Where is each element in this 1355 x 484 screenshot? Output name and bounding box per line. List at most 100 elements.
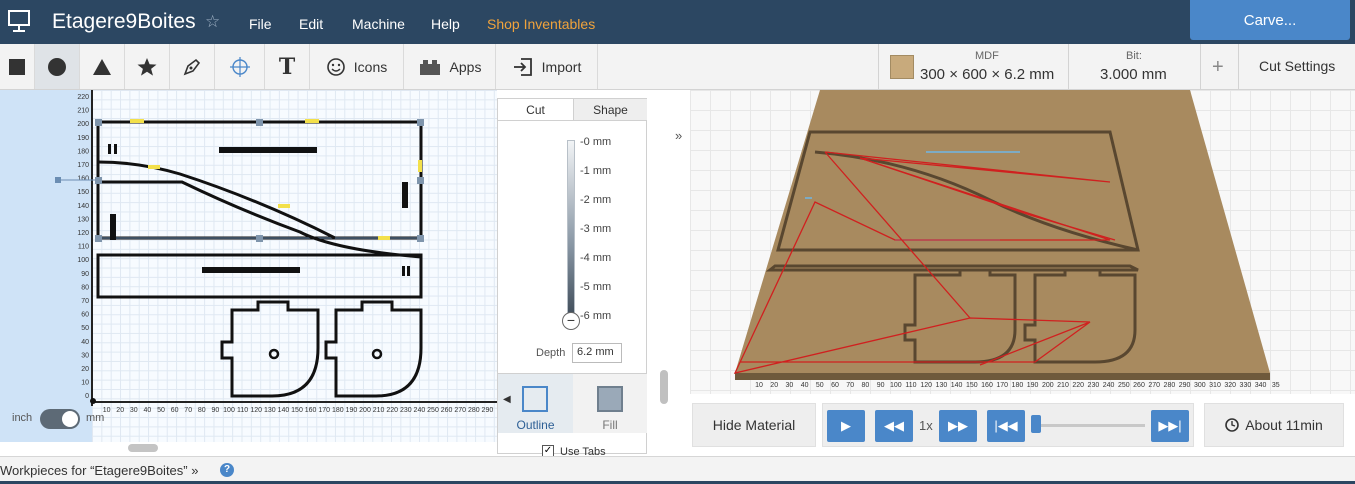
- easel-app-icon[interactable]: [6, 8, 32, 34]
- collapse-panel-icon[interactable]: »: [675, 128, 682, 143]
- x-tick-label-3d: 140: [951, 382, 963, 389]
- selection-handle[interactable]: [417, 177, 424, 184]
- x-tick-label: 140: [278, 407, 290, 414]
- fast-forward-icon: ▶▶: [948, 418, 968, 433]
- faster-button[interactable]: ▶▶: [939, 410, 977, 442]
- slower-button[interactable]: ◀◀: [875, 410, 913, 442]
- play-icon: ▶: [841, 418, 851, 433]
- icons-button[interactable]: Icons: [310, 44, 404, 89]
- x-tick-label: 180: [332, 407, 344, 414]
- workpieces-label[interactable]: Workpieces for “Etagere9Boites” »: [0, 463, 198, 478]
- progress-slider[interactable]: [1035, 424, 1145, 427]
- panel-scrollbar[interactable]: [660, 370, 668, 404]
- crosshair-icon: [229, 56, 250, 77]
- slot-small[interactable]: [402, 266, 405, 276]
- add-bit-button[interactable]: +: [1212, 56, 1224, 79]
- tab-marker: [278, 204, 290, 208]
- menu-shop-inventables[interactable]: Shop Inventables: [487, 16, 595, 32]
- shape-curve-cut[interactable]: [97, 160, 336, 240]
- skip-end-button[interactable]: ▶▶|: [1151, 410, 1189, 442]
- x-tick-label: 210: [373, 407, 385, 414]
- units-toggle[interactable]: [40, 409, 80, 429]
- document-title[interactable]: Etagere9Boites: [52, 10, 196, 34]
- shape-box-side-right[interactable]: [324, 300, 423, 398]
- pen-tool[interactable]: [170, 44, 215, 89]
- hide-material-button[interactable]: Hide Material: [692, 403, 816, 447]
- progress-slider-handle[interactable]: [1031, 415, 1041, 433]
- material-dimensions[interactable]: 300 × 600 × 6.2 mm: [920, 66, 1054, 83]
- slot-small[interactable]: [108, 144, 111, 154]
- square-tool[interactable]: [0, 44, 35, 89]
- selection-handle[interactable]: [256, 235, 263, 242]
- fill-style-button[interactable]: Fill: [573, 373, 647, 433]
- tab-shape[interactable]: Shape: [573, 99, 647, 121]
- bit-size[interactable]: 3.000 mm: [1100, 66, 1167, 83]
- depth-slider-track[interactable]: [567, 140, 575, 318]
- triangle-tool[interactable]: [80, 44, 125, 89]
- design-drawing[interactable]: 2202102001901801701601501401301201101009…: [0, 90, 497, 442]
- horizontal-scrollbar[interactable]: [128, 444, 158, 452]
- bit-label[interactable]: Bit:: [1126, 50, 1142, 62]
- skip-back-icon: |◀◀: [994, 418, 1018, 433]
- import-icon: [513, 57, 532, 76]
- menu-help[interactable]: Help: [431, 16, 460, 32]
- depth-slider-handle[interactable]: −: [562, 312, 580, 330]
- selection-handle[interactable]: [95, 119, 102, 126]
- menu-file[interactable]: File: [249, 16, 272, 32]
- star-tool[interactable]: [125, 44, 170, 89]
- selection-handle[interactable]: [417, 119, 424, 126]
- toolbar-separator: [1200, 44, 1201, 90]
- shape-top-panel[interactable]: [96, 120, 423, 240]
- slot-vertical[interactable]: [402, 182, 408, 208]
- preview-3d[interactable]: 10 20 30 40 50 60 70 80 90 100 110 120 130 140 150 160 1…: [690, 90, 1355, 394]
- import-label: Import: [541, 58, 582, 75]
- y-tick-label: 90: [81, 271, 89, 278]
- import-button[interactable]: Import: [496, 44, 598, 89]
- y-tick-label: 50: [81, 325, 89, 332]
- shape-box-side-left[interactable]: [220, 300, 320, 398]
- x-tick-label: 200: [359, 407, 371, 414]
- style-prev-icon[interactable]: ◀: [503, 394, 511, 405]
- carve-button[interactable]: Carve...: [1190, 0, 1350, 40]
- material-swatch[interactable]: [890, 55, 914, 79]
- slot-horizontal[interactable]: [202, 267, 300, 273]
- selection-handle[interactable]: [95, 177, 102, 184]
- slot-vertical[interactable]: [110, 214, 116, 240]
- x-tick-label-3d: 60: [831, 382, 839, 389]
- target-tool[interactable]: [215, 44, 265, 89]
- skip-start-button[interactable]: |◀◀: [987, 410, 1025, 442]
- y-tick-label: 30: [81, 352, 89, 359]
- cut-settings-button[interactable]: Cut Settings: [1259, 58, 1335, 74]
- slot-horizontal[interactable]: [219, 147, 317, 153]
- design-canvas[interactable]: 220 210 200 190 180 170 160 150 140 130 120 110 100 9…: [0, 90, 497, 442]
- top-bar: Etagere9Boites ☆ File Edit Machine Help …: [0, 0, 1355, 44]
- favorite-star-icon[interactable]: ☆: [205, 12, 220, 32]
- estimated-time[interactable]: About 11min: [1204, 403, 1344, 447]
- selection-handle[interactable]: [55, 177, 61, 183]
- tab-marker: [148, 165, 160, 169]
- circle-tool[interactable]: [35, 44, 80, 89]
- tab-cut[interactable]: Cut: [498, 99, 573, 121]
- preview-3d-drawing[interactable]: 10 20 30 40 50 60 70 80 90 100 110 120 130 140 150 160 1…: [690, 90, 1355, 394]
- selection-handle[interactable]: [256, 119, 263, 126]
- slot-small[interactable]: [114, 144, 117, 154]
- slot-small[interactable]: [407, 266, 410, 276]
- selection-handle[interactable]: [95, 235, 102, 242]
- text-tool[interactable]: T: [265, 44, 310, 89]
- apps-button[interactable]: Apps: [404, 44, 496, 89]
- shape-curve-middle[interactable]: [98, 180, 422, 259]
- shape-bottom-panel[interactable]: [96, 253, 423, 299]
- menu-machine[interactable]: Machine: [352, 16, 405, 32]
- depth-input[interactable]: 6.2 mm: [572, 343, 622, 363]
- help-icon[interactable]: ?: [220, 463, 234, 477]
- square-icon: [9, 58, 25, 75]
- playback-controls: ▶ ◀◀ 1x ▶▶ |◀◀ ▶▶|: [822, 403, 1194, 447]
- play-button[interactable]: ▶: [827, 410, 865, 442]
- menu-edit[interactable]: Edit: [299, 16, 323, 32]
- x-tick-label-3d: 70: [846, 382, 854, 389]
- x-tick-label: 50: [157, 407, 165, 414]
- depth-tick: -3 mm: [580, 223, 612, 235]
- x-tick-label: 270: [454, 407, 466, 414]
- material-name[interactable]: MDF: [975, 50, 999, 62]
- selection-handle[interactable]: [417, 235, 424, 242]
